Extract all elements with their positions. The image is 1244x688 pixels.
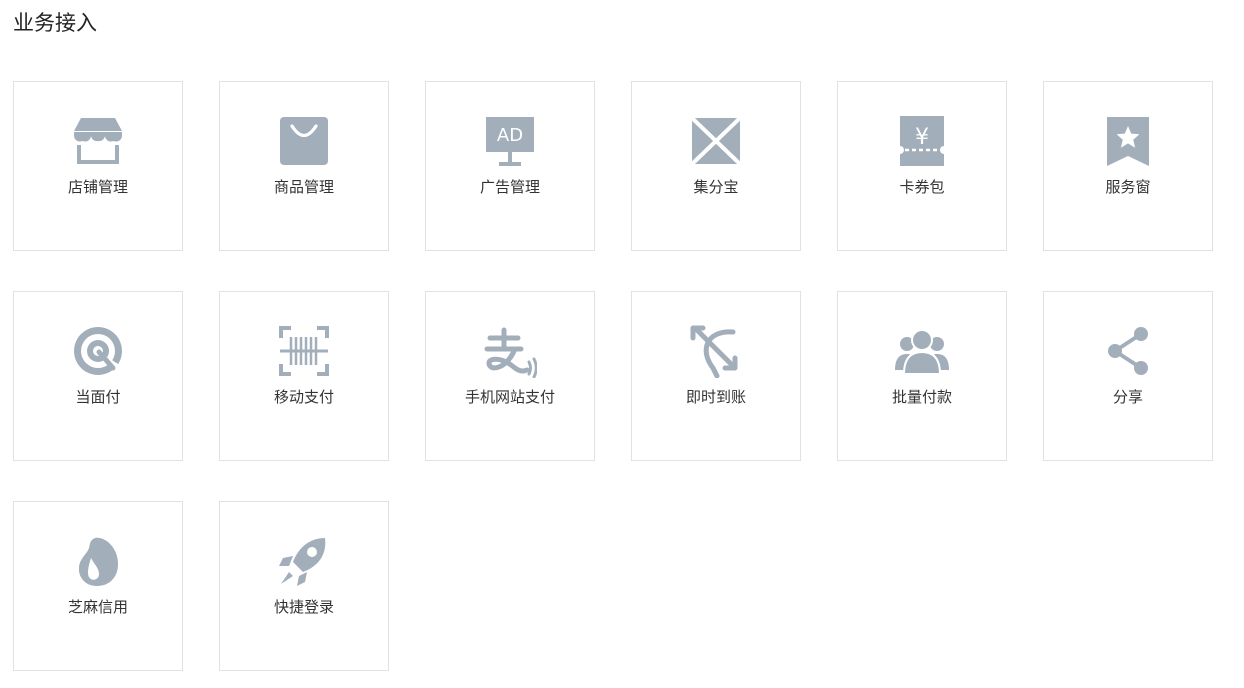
alipay-script-icon (483, 324, 537, 378)
tile-quick-login[interactable]: 快捷登录 (219, 501, 389, 671)
bookmark-star-icon (1101, 114, 1155, 168)
sesame-drop-icon (71, 534, 125, 588)
tile-label: 店铺管理 (67, 178, 128, 196)
ad-display-icon: AD (483, 114, 537, 168)
tile-label: 即时到账 (685, 388, 746, 406)
tile-card-coupon[interactable]: ¥ 卡券包 (837, 81, 1007, 251)
yuan-text: ¥ (915, 125, 929, 150)
shopping-bag-icon (277, 114, 331, 168)
tile-label: 服务窗 (1105, 178, 1151, 196)
tile-label: 移动支付 (273, 388, 334, 406)
tile-label: 卡券包 (899, 178, 945, 196)
share-icon (1101, 324, 1155, 378)
tile-face-to-face-pay[interactable]: 当面付 (13, 291, 183, 461)
tile-product-management[interactable]: 商品管理 (219, 81, 389, 251)
tile-label: 分享 (1112, 388, 1143, 406)
tile-jifenbao[interactable]: 集分宝 (631, 81, 801, 251)
tile-label: 商品管理 (273, 178, 334, 196)
tile-store-management[interactable]: 店铺管理 (13, 81, 183, 251)
tile-label: 批量付款 (891, 388, 952, 406)
tile-label: 广告管理 (479, 178, 540, 196)
coupon-ticket-icon: ¥ (895, 114, 949, 168)
tile-label: 快捷登录 (273, 598, 334, 616)
envelope-icon (689, 114, 743, 168)
tile-label: 芝麻信用 (67, 598, 128, 616)
tile-batch-payment[interactable]: 批量付款 (837, 291, 1007, 461)
ad-text: AD (497, 125, 523, 146)
tile-mobile-pay[interactable]: 移动支付 (219, 291, 389, 461)
tile-label: 当面付 (75, 388, 121, 406)
tile-label: 集分宝 (693, 178, 739, 196)
rocket-icon (277, 534, 331, 588)
touch-target-icon (71, 324, 125, 378)
tile-service-window[interactable]: 服务窗 (1043, 81, 1213, 251)
user-group-icon (895, 324, 949, 378)
storefront-icon (71, 114, 125, 168)
tile-instant-transfer[interactable]: 即时到账 (631, 291, 801, 461)
barcode-scan-icon (277, 324, 331, 378)
tile-label: 手机网站支付 (464, 388, 555, 406)
arrow-bow-icon (689, 324, 743, 378)
tile-sesame-credit[interactable]: 芝麻信用 (13, 501, 183, 671)
tile-share[interactable]: 分享 (1043, 291, 1213, 461)
tile-ad-management[interactable]: AD 广告管理 (425, 81, 595, 251)
service-tile-grid: 店铺管理 商品管理 AD 广告管理 集分宝 ¥ 卡券包 服务窗 当面付 移动支付… (13, 81, 1213, 671)
page-title: 业务接入 (13, 11, 97, 35)
tile-mobile-web-pay[interactable]: 手机网站支付 (425, 291, 595, 461)
